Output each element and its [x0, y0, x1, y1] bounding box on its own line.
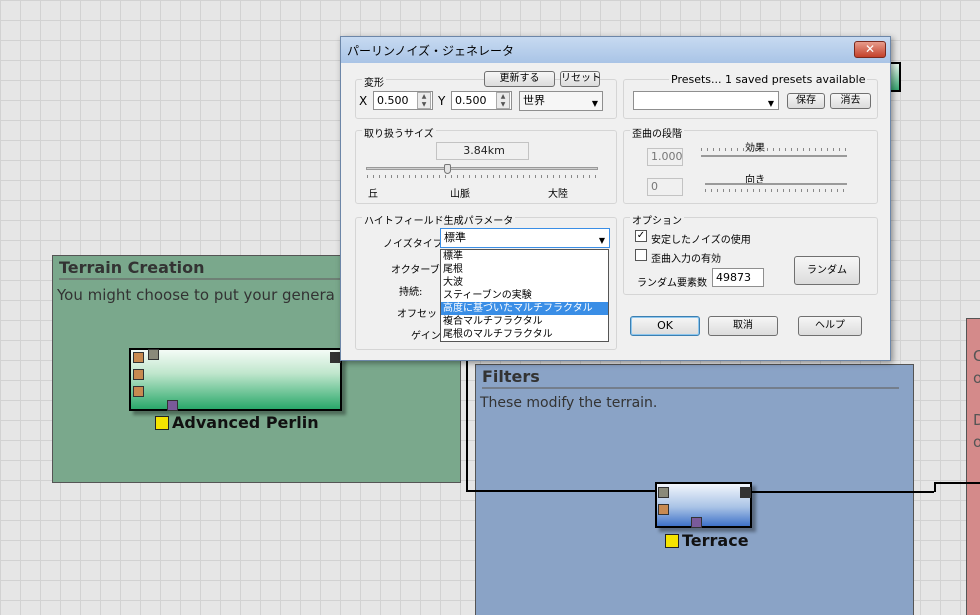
noise-type-dropdown-list: 標準 尾根 大波 スティーブンの実験 高度に基づいたマルチフラクタル 複合マルチフラクタル… — [440, 249, 609, 342]
warp-input-checkbox[interactable] — [635, 249, 647, 261]
warp-input-label: 歪曲入力の有効 — [651, 254, 721, 265]
y-spinner[interactable]: ▲ ▼ — [496, 92, 510, 109]
group-text: o — [973, 369, 980, 387]
noise-type-option[interactable]: 複合マルチフラクタル — [441, 315, 608, 328]
warp-effect-ticks — [701, 148, 847, 151]
group-divider — [482, 387, 899, 389]
save-preset-button[interactable]: 保存 — [787, 93, 825, 109]
delete-preset-button[interactable]: 消去 — [830, 93, 871, 109]
group-title: Filters — [482, 367, 540, 386]
noise-type-option[interactable]: 大波 — [441, 276, 608, 289]
size-slider-thumb[interactable] — [444, 164, 452, 174]
node-port-input[interactable] — [133, 352, 144, 363]
node-port-input[interactable] — [133, 386, 144, 397]
node-flag-icon[interactable] — [665, 534, 679, 548]
node-port-input[interactable] — [133, 369, 144, 380]
node-port-output[interactable] — [740, 487, 751, 498]
coordinate-space-value: 世界 — [523, 94, 545, 107]
random-seed-label: ランダム要素数 — [637, 278, 707, 289]
warp-direction-ticks — [705, 189, 847, 192]
dialog-titlebar[interactable]: パーリンノイズ・ジェネレータ ✕ — [341, 37, 890, 63]
size-slider-track[interactable] — [366, 167, 598, 170]
node-port-input[interactable] — [658, 504, 669, 515]
y-label: Y — [438, 94, 446, 108]
dialog-title: パーリンノイズ・ジェネレータ — [347, 44, 515, 58]
randomize-button[interactable]: ランダム — [794, 256, 860, 285]
node-port-input[interactable] — [658, 487, 669, 498]
presets-label: Presets... 1 saved presets available — [669, 73, 868, 86]
coordinate-space-select[interactable]: 世界 ▼ — [519, 91, 603, 111]
warp-effect-field[interactable]: 1.000 — [647, 148, 683, 166]
node-port-input[interactable] — [148, 349, 159, 360]
warp-legend: 歪曲の段階 — [630, 125, 684, 140]
random-seed-field[interactable]: 49873 — [712, 268, 764, 287]
node-port-mask[interactable] — [691, 517, 702, 528]
size-label-mountains: 山脈 — [450, 189, 470, 200]
connection-wire — [752, 491, 934, 493]
node-label: Terrace — [682, 531, 749, 550]
persistence-label: 持続: — [399, 287, 423, 298]
group-text: D — [973, 411, 980, 429]
chevron-down-icon: ▼ — [591, 99, 598, 108]
ok-button[interactable]: OK — [630, 316, 700, 336]
octaves-label: オクターブ: — [391, 265, 444, 276]
group-title: Terrain Creation — [59, 258, 205, 277]
options-legend: オプション — [630, 212, 684, 227]
chevron-down-icon: ▼ — [767, 99, 774, 108]
node-advanced-perlin[interactable] — [129, 348, 342, 411]
group-partial-right[interactable]: C o D o — [966, 318, 980, 615]
warp-direction-slider[interactable] — [705, 183, 847, 185]
node-port-mask[interactable] — [167, 400, 178, 411]
node-flag-icon[interactable] — [155, 416, 169, 430]
warp-effect-slider[interactable] — [701, 155, 847, 157]
x-spinner[interactable]: ▲ ▼ — [417, 92, 431, 109]
noise-type-value: 標準 — [444, 231, 466, 244]
cancel-button[interactable]: 取消 — [708, 316, 778, 336]
stable-noise-checkbox[interactable]: ✓ — [635, 230, 647, 242]
stable-noise-label: 安定したノイズの使用 — [651, 235, 751, 246]
noise-type-option[interactable]: 標準 — [441, 250, 608, 263]
transform-legend: 変形 — [362, 74, 386, 89]
perlin-noise-dialog: パーリンノイズ・ジェネレータ ✕ 変形 更新する リセット X 0.500 ▲ ▼… — [340, 36, 891, 361]
node-terrace[interactable] — [655, 482, 752, 528]
warp-effect-label: 効果 — [745, 139, 765, 154]
size-label-continent: 大陸 — [548, 189, 568, 200]
reset-button[interactable]: リセット — [560, 71, 601, 87]
group-description: You might choose to put your genera — [57, 286, 335, 304]
noise-type-option[interactable]: 尾根のマルチフラクタル — [441, 328, 608, 341]
connection-wire — [934, 482, 980, 484]
heightfield-legend: ハイトフィールド生成パラメータ — [362, 212, 516, 227]
group-text: o — [973, 433, 980, 451]
update-button[interactable]: 更新する — [484, 71, 555, 87]
size-legend: 取り扱うサイズ — [362, 125, 436, 140]
size-slider-ticks — [367, 175, 599, 178]
group-text: C — [973, 347, 980, 365]
noise-type-option[interactable]: スティーブンの実験 — [441, 289, 608, 302]
noise-type-option[interactable]: 高度に基づいたマルチフラクタル — [441, 302, 608, 315]
noise-type-option[interactable]: 尾根 — [441, 263, 608, 276]
x-label: X — [359, 94, 368, 108]
help-button[interactable]: ヘルプ — [798, 316, 862, 336]
connection-wire — [466, 360, 468, 490]
size-label-hill: 丘 — [368, 189, 378, 200]
warp-direction-field[interactable]: 0 — [647, 178, 683, 196]
chevron-down-icon: ▼ — [598, 236, 605, 245]
close-button[interactable]: ✕ — [854, 41, 886, 58]
size-readout: 3.84km — [436, 142, 529, 160]
group-description: These modify the terrain. — [480, 395, 658, 411]
noise-type-label: ノイズタイプ: — [383, 239, 447, 250]
noise-type-select[interactable]: 標準 ▼ — [440, 228, 610, 248]
presets-select[interactable]: ▼ — [633, 91, 779, 110]
connection-wire — [466, 490, 656, 492]
node-label: Advanced Perlin — [172, 413, 319, 432]
